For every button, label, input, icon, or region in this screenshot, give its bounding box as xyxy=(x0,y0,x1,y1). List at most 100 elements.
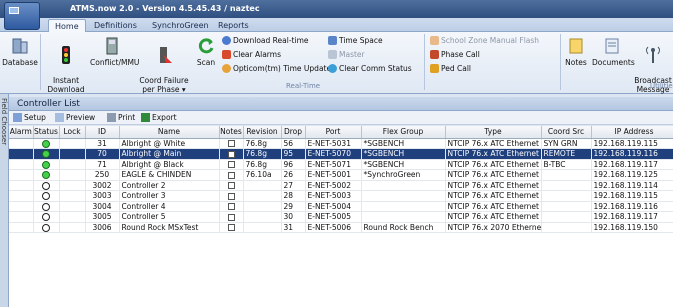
drop-cell: 29 xyxy=(281,201,306,212)
preview-icon xyxy=(55,113,64,122)
pedestrian-icon xyxy=(430,64,439,73)
notes-checkbox[interactable] xyxy=(227,192,235,200)
column-header[interactable]: Drop xyxy=(281,126,306,139)
time-space-icon xyxy=(328,36,337,45)
notes-checkbox[interactable] xyxy=(227,161,235,169)
coord-src-cell: REMOTE xyxy=(541,148,592,160)
school-zone-flash-button[interactable]: School Zone Manual Flash xyxy=(430,36,539,45)
alarm-cell xyxy=(9,180,34,191)
school-zone-icon xyxy=(430,36,439,45)
coord-src-cell: B-TBC xyxy=(541,159,592,170)
table-row[interactable]: 71 Albright @ Black 76.8g 96 E-NET-5071 *SGBE… xyxy=(9,159,673,170)
table-row[interactable]: 31 Albright @ White 76.8g 56 E-NET-5031 *SGBE… xyxy=(9,138,673,149)
scan-button[interactable]: Scan xyxy=(194,36,218,67)
print-button[interactable]: Print xyxy=(107,113,135,122)
id-cell: 3004 xyxy=(85,201,120,212)
column-header[interactable]: ID xyxy=(85,126,120,139)
drop-cell: 27 xyxy=(281,180,306,191)
column-header[interactable]: Name xyxy=(119,126,220,139)
table-row[interactable]: 3002 Controller 2 27 E-NET-5002 NTCIP 76.x A… xyxy=(9,180,673,191)
status-indicator-icon xyxy=(42,150,50,159)
alarm-cell xyxy=(9,169,34,181)
master-label: Master xyxy=(339,50,365,59)
tab-home[interactable]: Home xyxy=(48,19,86,32)
tab-synchrogreen[interactable]: SynchroGreen xyxy=(146,19,215,32)
ped-call-label: Ped Call xyxy=(441,64,472,73)
comm-status-icon xyxy=(328,64,337,73)
clear-alarms-button[interactable]: Clear Alarms xyxy=(222,50,281,59)
table-row[interactable]: 70 Albright @ Main 76.8g 95 E-NET-5070 *SGBEN… xyxy=(9,148,673,160)
port-cell: E-NET-5071 xyxy=(305,159,362,170)
column-header[interactable]: Port xyxy=(305,126,362,139)
coord-failure-button[interactable]: Coord Failure per Phase ▾ xyxy=(138,36,190,94)
opticom-time-update-button[interactable]: Opticom(tm) Time Update xyxy=(222,64,331,73)
conflict-mmu-button[interactable]: Conflict/MMU xyxy=(90,36,139,67)
table-row[interactable]: 3005 Controller 5 30 E-NET-5005 NTCIP 76.x A… xyxy=(9,211,673,223)
download-realtime-button[interactable]: Download Real-time xyxy=(222,36,308,45)
column-header[interactable]: Coord Src xyxy=(541,126,592,139)
name-cell: Controller 2 xyxy=(119,180,220,191)
field-chooser-strip[interactable]: Field Chooser xyxy=(0,94,9,307)
instant-download-button[interactable]: Instant Download ▾ xyxy=(46,36,86,103)
status-cell xyxy=(33,148,60,160)
alarm-cell xyxy=(9,201,34,212)
clear-comm-status-label: Clear Comm Status xyxy=(339,64,412,73)
notes-checkbox[interactable] xyxy=(227,171,235,179)
notes-icon xyxy=(569,38,583,54)
notes-checkbox[interactable] xyxy=(227,224,235,232)
status-indicator-icon xyxy=(42,192,50,201)
notes-checkbox[interactable] xyxy=(227,213,235,221)
separator xyxy=(40,34,41,90)
tab-definitions[interactable]: Definitions xyxy=(88,19,143,32)
time-space-label: Time Space xyxy=(339,36,383,45)
column-header[interactable]: IP Address xyxy=(591,126,673,139)
table-row[interactable]: 3003 Controller 3 28 E-NET-5003 NTCIP 76.x A… xyxy=(9,190,673,202)
column-header[interactable]: Alarm xyxy=(9,126,34,139)
clear-comm-status-button[interactable]: Clear Comm Status xyxy=(328,64,412,73)
type-cell: NTCIP 76.x ATC Ethernet xyxy=(445,180,542,191)
tab-reports[interactable]: Reports xyxy=(212,19,255,32)
notes-checkbox[interactable] xyxy=(227,150,235,158)
column-header[interactable]: Status xyxy=(33,126,60,139)
alarm-cell xyxy=(9,190,34,202)
status-indicator-icon xyxy=(42,213,50,222)
documents-button[interactable]: Documents xyxy=(592,36,635,67)
column-header[interactable]: Flex Group xyxy=(361,126,446,139)
time-space-button[interactable]: Time Space xyxy=(328,36,383,45)
revision-cell xyxy=(243,201,282,212)
export-button[interactable]: Export xyxy=(141,113,177,122)
preview-button[interactable]: Preview xyxy=(55,113,95,122)
notes-checkbox[interactable] xyxy=(227,140,235,148)
column-header[interactable]: Type xyxy=(445,126,542,139)
notes-checkbox[interactable] xyxy=(227,182,235,190)
ped-call-button[interactable]: Ped Call xyxy=(430,64,471,73)
setup-button[interactable]: Setup xyxy=(13,113,46,122)
alarm-cell xyxy=(9,222,34,233)
phase-call-button[interactable]: Phase Call xyxy=(430,50,480,59)
column-header[interactable]: Revision xyxy=(243,126,282,139)
database-button[interactable]: Database xyxy=(2,36,38,67)
notes-checkbox[interactable] xyxy=(227,203,235,211)
table-row[interactable]: 3006 Round Rock MSxTest 31 E-NET-5006 Round … xyxy=(9,222,673,233)
application-menu-button[interactable] xyxy=(4,2,40,30)
notes-cell xyxy=(219,180,244,191)
flex-group-cell xyxy=(361,211,446,223)
ip-address-cell: 192.168.119.115 xyxy=(591,190,673,202)
port-cell: E-NET-5004 xyxy=(305,201,362,212)
table-row[interactable]: 3004 Controller 4 29 E-NET-5004 NTCIP 76.x A… xyxy=(9,201,673,212)
notes-button[interactable]: Notes xyxy=(564,36,588,67)
notes-cell xyxy=(219,138,244,149)
status-cell xyxy=(33,190,60,202)
conflict-mmu-label: Conflict/MMU xyxy=(90,58,140,67)
notes-cell xyxy=(219,169,244,181)
database-label: Database xyxy=(2,58,38,67)
coord-src-cell xyxy=(541,201,592,212)
lock-cell xyxy=(59,180,86,191)
master-button[interactable]: Master xyxy=(328,50,365,59)
table-row[interactable]: 250 EAGLE & CHINDEN 76.10a 26 E-NET-5001 *Syn… xyxy=(9,169,673,181)
column-header[interactable]: Notes xyxy=(219,126,244,139)
clear-alarms-label: Clear Alarms xyxy=(233,50,281,59)
controller-grid[interactable]: Alarm Status Lock ID Name Notes Revision Drop Po… xyxy=(9,126,673,307)
lock-cell xyxy=(59,159,86,170)
column-header[interactable]: Lock xyxy=(59,126,86,139)
